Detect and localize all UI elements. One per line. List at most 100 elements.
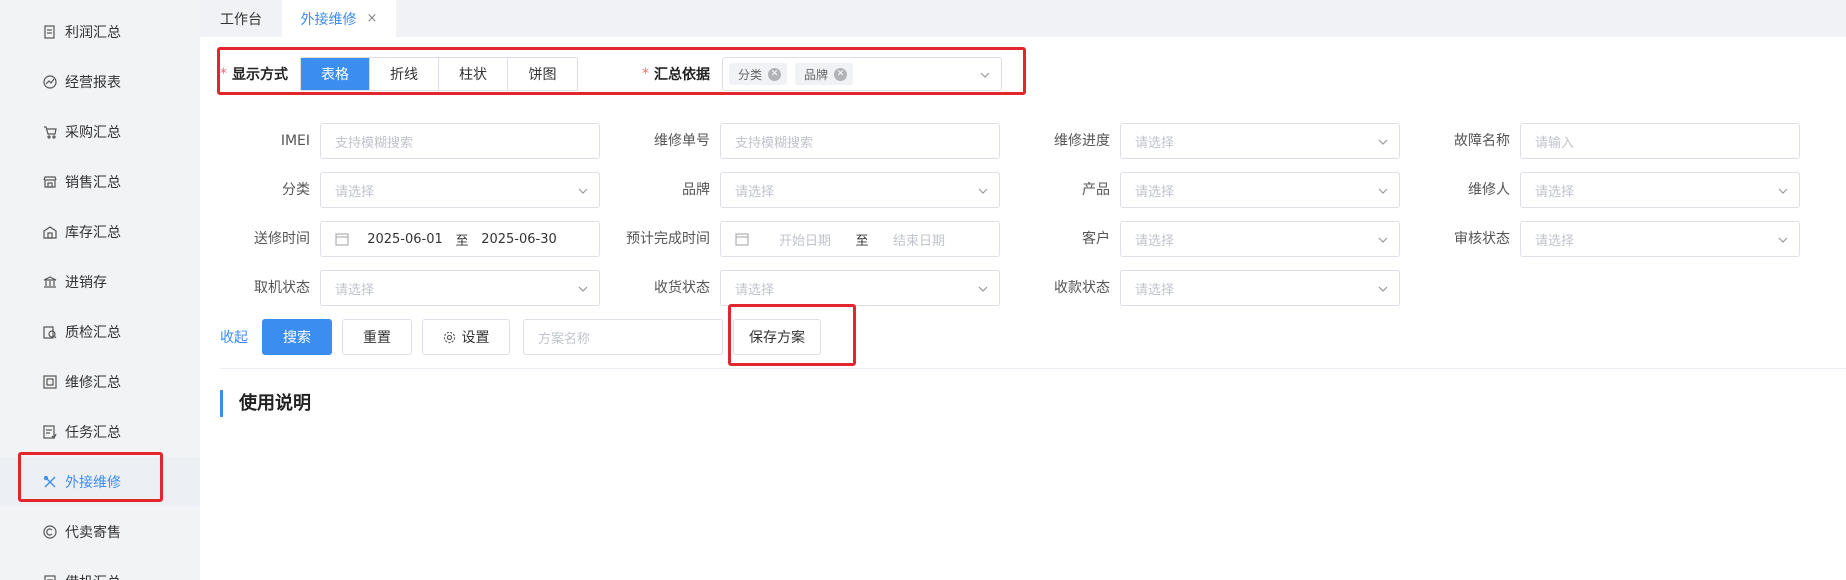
chevron-down-icon	[578, 188, 588, 194]
collapse-link[interactable]: 收起	[220, 320, 248, 356]
payment-status-placeholder: 请选择	[1135, 282, 1175, 298]
sidebar-item-borrow[interactable]: 借机汇总	[0, 557, 200, 580]
audit-status-select[interactable]: 请选择	[1520, 221, 1800, 257]
chevron-down-icon	[1378, 286, 1388, 292]
brand-label: 品牌	[682, 182, 710, 198]
inspect-icon	[42, 324, 58, 340]
settings-label: 设置	[461, 330, 490, 346]
imei-label: IMEI	[280, 133, 310, 149]
receipt-status-label: 收货状态	[654, 280, 710, 296]
receipt-icon	[42, 24, 58, 40]
category-select[interactable]: 请选择	[320, 172, 600, 208]
reset-button[interactable]: 重置	[342, 319, 412, 355]
trend-icon	[42, 74, 58, 90]
tab-label: 外接维修	[300, 11, 357, 28]
payment-status-select[interactable]: 请选择	[1120, 270, 1400, 306]
customer-select[interactable]: 请选择	[1120, 221, 1400, 257]
warehouse-icon	[42, 224, 58, 240]
send-time-range[interactable]: 2025-06-01 至 2025-06-30	[320, 221, 600, 257]
sidebar-item-inventory[interactable]: 库存汇总	[0, 207, 200, 257]
sidebar-item-label: 经营报表	[65, 75, 121, 91]
app-root: 利润汇总 经营报表 采购汇总 销售汇总 库存汇总 进销存 质检汇总 维修汇总 任…	[0, 0, 1846, 580]
divider	[220, 368, 1846, 369]
repairer-select[interactable]: 请选择	[1520, 172, 1800, 208]
expected-time-range[interactable]: 开始日期 至 结束日期	[720, 221, 1000, 257]
bank-icon	[42, 274, 58, 290]
fault-name-placeholder: 请输入	[1535, 135, 1575, 151]
sidebar-item-label: 进销存	[65, 275, 107, 291]
product-select[interactable]: 请选择	[1120, 172, 1400, 208]
sidebar-item-profit[interactable]: 利润汇总	[0, 7, 200, 57]
highlight-box-modes	[217, 47, 1026, 95]
sidebar-item-jxc[interactable]: 进销存	[0, 257, 200, 307]
repair-doc-icon	[42, 374, 58, 390]
range-separator: 至	[455, 233, 469, 249]
send-time-label: 送修时间	[254, 231, 310, 247]
shop-icon	[42, 174, 58, 190]
repair-progress-placeholder: 请选择	[1135, 135, 1175, 151]
receipt-status-select[interactable]: 请选择	[720, 270, 1000, 306]
tab-external-repair[interactable]: 外接维修 ×	[282, 0, 396, 37]
sidebar-item-repair-summary[interactable]: 维修汇总	[0, 357, 200, 407]
chevron-down-icon	[978, 286, 988, 292]
pickup-status-placeholder: 请选择	[335, 282, 375, 298]
fault-name-label: 故障名称	[1454, 133, 1510, 149]
sidebar-item-qc[interactable]: 质检汇总	[0, 307, 200, 357]
payment-status-label: 收款状态	[1054, 280, 1110, 296]
imei-placeholder: 支持模糊搜索	[335, 135, 414, 151]
plan-name-input[interactable]: 方案名称	[523, 319, 723, 355]
sidebar-item-sales[interactable]: 销售汇总	[0, 157, 200, 207]
product-placeholder: 请选择	[1135, 184, 1175, 200]
highlight-box-sidebar	[18, 452, 163, 502]
customer-placeholder: 请选择	[1135, 233, 1175, 249]
end-date[interactable]: 2025-06-30	[477, 232, 561, 247]
doc-icon	[42, 574, 58, 580]
repair-no-input[interactable]: 支持模糊搜索	[720, 123, 1000, 159]
sidebar-item-label: 利润汇总	[65, 25, 121, 41]
repair-no-placeholder: 支持模糊搜索	[735, 135, 814, 151]
repairer-placeholder: 请选择	[1535, 184, 1575, 200]
repair-no-label: 维修单号	[654, 133, 710, 149]
repair-progress-label: 维修进度	[1054, 133, 1110, 149]
sidebar-item-label: 质检汇总	[65, 325, 121, 341]
category-placeholder: 请选择	[335, 184, 375, 200]
cart-icon	[42, 124, 58, 140]
sidebar-item-task[interactable]: 任务汇总	[0, 407, 200, 457]
sidebar-item-label: 维修汇总	[65, 375, 121, 391]
range-separator: 至	[855, 233, 869, 249]
tab-workbench[interactable]: 工作台	[200, 0, 282, 37]
chevron-down-icon	[1378, 139, 1388, 145]
product-label: 产品	[1082, 182, 1110, 198]
plan-name-placeholder: 方案名称	[538, 331, 591, 347]
sidebar-item-label: 采购汇总	[65, 125, 121, 141]
sidebar-item-purchase[interactable]: 采购汇总	[0, 107, 200, 157]
end-date[interactable]: 结束日期	[877, 230, 961, 249]
close-icon[interactable]: ×	[367, 11, 378, 26]
customer-label: 客户	[1082, 231, 1110, 247]
coin-icon	[42, 524, 58, 540]
sidebar-item-consignment[interactable]: 代卖寄售	[0, 507, 200, 557]
receipt-status-placeholder: 请选择	[735, 282, 775, 298]
category-label: 分类	[282, 182, 310, 198]
audit-status-label: 审核状态	[1454, 231, 1510, 247]
chevron-down-icon	[978, 188, 988, 194]
chevron-down-icon	[578, 286, 588, 292]
gear-icon	[443, 331, 455, 343]
chevron-down-icon	[1378, 237, 1388, 243]
search-button[interactable]: 搜索	[262, 319, 332, 355]
start-date[interactable]: 2025-06-01	[363, 232, 447, 247]
imei-input[interactable]: 支持模糊搜索	[320, 123, 600, 159]
settings-button[interactable]: 设置	[422, 319, 510, 355]
expected-time-label: 预计完成时间	[626, 231, 710, 247]
start-date[interactable]: 开始日期	[763, 230, 847, 249]
pickup-status-select[interactable]: 请选择	[320, 270, 600, 306]
chevron-down-icon	[1778, 237, 1788, 243]
highlight-box-save-plan	[728, 304, 856, 366]
calendar-icon	[335, 233, 349, 246]
chevron-down-icon	[1378, 188, 1388, 194]
sidebar-item-business-report[interactable]: 经营报表	[0, 57, 200, 107]
repair-progress-select[interactable]: 请选择	[1120, 123, 1400, 159]
tab-bar: 工作台 外接维修 ×	[200, 0, 1846, 37]
brand-select[interactable]: 请选择	[720, 172, 1000, 208]
fault-name-input[interactable]: 请输入	[1520, 123, 1800, 159]
